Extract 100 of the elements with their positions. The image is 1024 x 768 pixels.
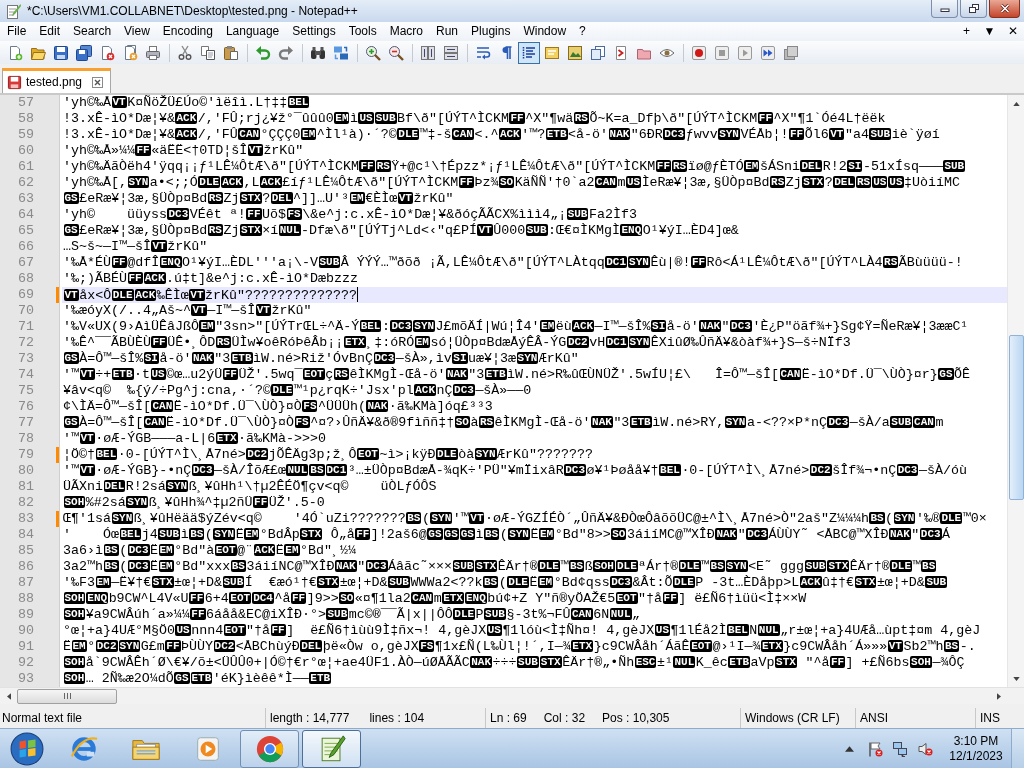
code-text: Œ¶'1sá [63, 511, 111, 526]
control-character: STX [317, 576, 340, 588]
menu-item[interactable]: Search [66, 23, 118, 40]
control-character: GS [443, 528, 459, 540]
control-character: GS [63, 192, 79, 204]
code-text: å-ö' [159, 351, 192, 366]
code-text: žrKû" [271, 303, 312, 318]
control-character: ETX [343, 336, 366, 348]
code-text: ·ã‰KMà]óq£³³3 [388, 399, 493, 414]
code-text: ÌeRæ¥¦3æ,§ÜÒp¤Bd [641, 175, 770, 190]
code-text: Ë [529, 575, 538, 590]
taskbar-button[interactable] [240, 729, 299, 768]
code-text: ™ [560, 559, 569, 574]
control-character: NUL [278, 224, 301, 236]
control-character: ENQ [159, 256, 182, 268]
control-character: ACK [253, 544, 276, 556]
code-text: "†å [638, 591, 663, 606]
control-character: BEL [119, 528, 142, 540]
menu-item[interactable]: Macro [382, 23, 429, 40]
code-text: °Bd"¸½¼ [300, 543, 357, 558]
line-number: 57 [17, 95, 35, 111]
code-text: «¤¶1la2 [354, 591, 411, 606]
control-character: SI [452, 352, 468, 364]
code-text: Zj [223, 223, 240, 238]
clock-date[interactable]: 12/1/2023 [949, 748, 1003, 764]
speaker-muted-icon[interactable] [917, 740, 933, 757]
control-character: SOH [63, 496, 86, 508]
control-character: DEL [300, 640, 323, 652]
code-text: ( [204, 527, 213, 542]
menu-item[interactable]: Plugins [464, 23, 517, 40]
menu-item[interactable]: Tools [341, 23, 383, 40]
code-text: a•<;;Ó [149, 175, 198, 190]
code-text: ° [87, 639, 96, 654]
code-text: : [381, 319, 390, 334]
close-button[interactable] [989, 0, 1020, 18]
dropdown-button[interactable]: ▼ [978, 23, 1001, 40]
code-text: <.^ [474, 127, 499, 142]
code-text: ^ÜÜÜh( [318, 399, 366, 414]
control-character: FF [655, 160, 671, 172]
control-character: ETB [111, 368, 134, 380]
control-character: FF [127, 272, 143, 284]
network-icon[interactable] [892, 740, 908, 757]
taskbar-button[interactable] [302, 729, 361, 768]
code-text: iè`ÿøí [891, 127, 940, 142]
menu-item[interactable]: Encoding [155, 23, 219, 40]
menu-item[interactable]: View [117, 23, 156, 40]
control-character: EM [71, 640, 87, 652]
code-text: ¦Ö©† [63, 447, 95, 462]
control-character: FF [509, 112, 525, 124]
control-character: NAK [889, 528, 911, 540]
code-text: Á [942, 527, 951, 542]
clock-time[interactable]: 3:10 PM [953, 733, 999, 749]
code-text: 3áiíMC@™XÎÐ [626, 527, 715, 542]
control-character: SO [454, 416, 470, 428]
right-arrow-icon[interactable] [996, 692, 1001, 700]
indent-guide-button[interactable] [518, 41, 540, 64]
menu-item[interactable]: Run [429, 23, 465, 40]
minimize-button[interactable] [931, 0, 958, 18]
control-character: SYN [628, 256, 650, 268]
menu-item[interactable]: Language [218, 23, 286, 40]
scrollbar-thumb[interactable] [17, 688, 117, 704]
close-button[interactable]: ✕ [1001, 23, 1024, 40]
menu-item[interactable]: Settings [285, 23, 342, 40]
code-text: '™ [63, 463, 79, 478]
up-arrow-icon[interactable] [845, 745, 854, 752]
add-button[interactable]: + [955, 23, 978, 40]
control-character: SYN [725, 560, 748, 572]
control-character: BS [709, 560, 725, 572]
code-text: å-ö' [666, 319, 699, 334]
menu-item[interactable]: File [0, 23, 33, 40]
scrollbar-thumb[interactable] [1008, 335, 1024, 500]
menu-item[interactable]: Window [516, 23, 573, 40]
menu-item[interactable]: Edit [32, 23, 67, 40]
control-character: GS [63, 416, 79, 428]
code-text: "3 [468, 367, 485, 382]
control-character: DLE [672, 576, 695, 588]
control-character: DC3 [896, 464, 919, 476]
file-tab[interactable]: tested.png [2, 68, 112, 93]
code-text: ×í [262, 223, 279, 238]
code-text: šÎf¾¬•nÇ [832, 463, 897, 478]
up-arrow-icon[interactable] [1012, 101, 1020, 106]
close-icon[interactable] [92, 76, 104, 88]
code-text: ìW.né>Riž'ÓvBnÇ [253, 351, 373, 366]
menu-item[interactable]: ? [572, 23, 592, 40]
control-character: DC2 [809, 464, 832, 476]
control-character: RS [883, 256, 899, 268]
control-character: EM [95, 576, 111, 588]
control-character: FF [111, 256, 127, 268]
code-text: êÌKMgÌ-Œå-ö' [494, 415, 591, 430]
code-text: °Bd¢qss [553, 575, 610, 590]
down-arrow-icon[interactable] [1012, 676, 1020, 681]
control-character: GS [427, 528, 443, 540]
restore-button[interactable] [960, 0, 987, 18]
line-number: 64 [17, 207, 35, 223]
code-text: ÜŽ'.5-0 [268, 495, 325, 510]
code-text: 'yh©‰ÄãÒëh4'ÿqq¡¡ƒ¹LÊ¼ÔtÆ\ð"[ÚÝT^ÌCKM [63, 159, 359, 174]
flag-icon[interactable] [867, 740, 883, 757]
control-character: EM [199, 320, 215, 332]
function-list-icon [613, 44, 629, 61]
left-arrow-icon[interactable] [6, 692, 11, 700]
